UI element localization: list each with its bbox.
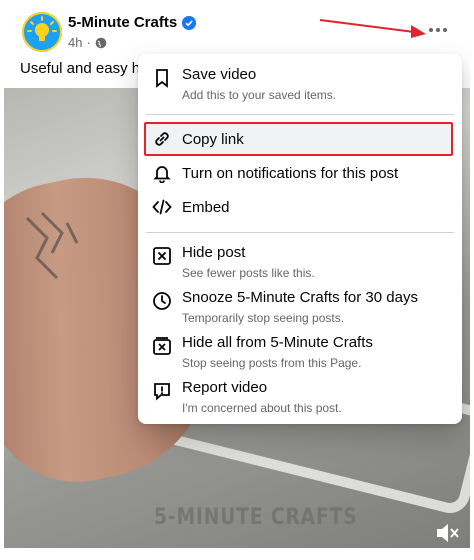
menu-item-label: Report video	[182, 379, 268, 396]
menu-item-label: Hide post	[182, 244, 246, 261]
menu-item-label: Hide all from 5-Minute Crafts	[182, 334, 373, 351]
post-caption: Useful and easy h	[20, 60, 141, 77]
page-avatar[interactable]	[22, 12, 62, 52]
menu-item-hide-post[interactable]: Hide post See fewer posts like this.	[138, 242, 462, 282]
hide-all-icon	[152, 336, 172, 356]
menu-divider	[146, 232, 454, 233]
menu-item-sublabel: See fewer posts like this.	[182, 266, 315, 280]
video-watermark: 5-MINUTE CRAFTS	[154, 505, 358, 530]
red-arrow-annotation	[319, 19, 426, 38]
bookmark-icon	[152, 68, 172, 88]
menu-item-embed[interactable]: Embed	[138, 196, 462, 220]
menu-item-label: Turn on notifications for this post	[182, 165, 399, 182]
clock-icon	[152, 291, 172, 311]
menu-item-sublabel: Temporarily stop seeing posts.	[182, 311, 345, 325]
menu-item-save-video[interactable]: Save video Add this to your saved items.	[138, 64, 462, 104]
code-icon	[152, 197, 172, 217]
menu-item-snooze[interactable]: Snooze 5-Minute Crafts for 30 days Tempo…	[138, 287, 462, 327]
more-options-button[interactable]	[424, 20, 452, 40]
page-name[interactable]: 5-Minute Crafts	[68, 14, 177, 31]
menu-divider	[146, 114, 454, 115]
menu-item-report-video[interactable]: Report video I'm concerned about this po…	[138, 377, 462, 417]
more-horizontal-icon	[429, 28, 433, 32]
menu-item-hide-all[interactable]: Hide all from 5-Minute Crafts Stop seein…	[138, 332, 462, 372]
speaker-muted-icon[interactable]	[434, 520, 460, 546]
menu-item-copy-link[interactable]: Copy link	[138, 128, 462, 152]
video-content	[25, 211, 79, 280]
post-time[interactable]: 4h	[68, 35, 82, 50]
globe-icon	[95, 37, 107, 48]
menu-item-label: Save video	[182, 66, 257, 83]
verified-badge-icon	[182, 15, 197, 30]
post-options-menu: Save video Add this to your saved items.…	[138, 54, 462, 424]
menu-item-sublabel: Add this to your saved items.	[182, 88, 337, 102]
lightbulb-logo-icon	[22, 12, 62, 52]
menu-item-label: Snooze 5-Minute Crafts for 30 days	[182, 289, 418, 306]
bell-icon	[152, 163, 172, 184]
page-name-row: 5-Minute Crafts	[68, 14, 197, 31]
hide-x-icon	[152, 246, 172, 266]
menu-item-sublabel: Stop seeing posts from this Page.	[182, 356, 362, 370]
menu-item-label: Embed	[182, 199, 230, 216]
menu-item-label: Copy link	[182, 131, 244, 148]
menu-item-sublabel: I'm concerned about this post.	[182, 401, 342, 415]
menu-item-notifications[interactable]: Turn on notifications for this post	[138, 162, 462, 186]
link-icon	[152, 129, 172, 149]
post-card: 5-Minute Crafts 4h · Useful and easy h 5…	[4, 0, 470, 560]
post-meta: 4h ·	[68, 35, 107, 50]
report-icon	[152, 381, 172, 401]
